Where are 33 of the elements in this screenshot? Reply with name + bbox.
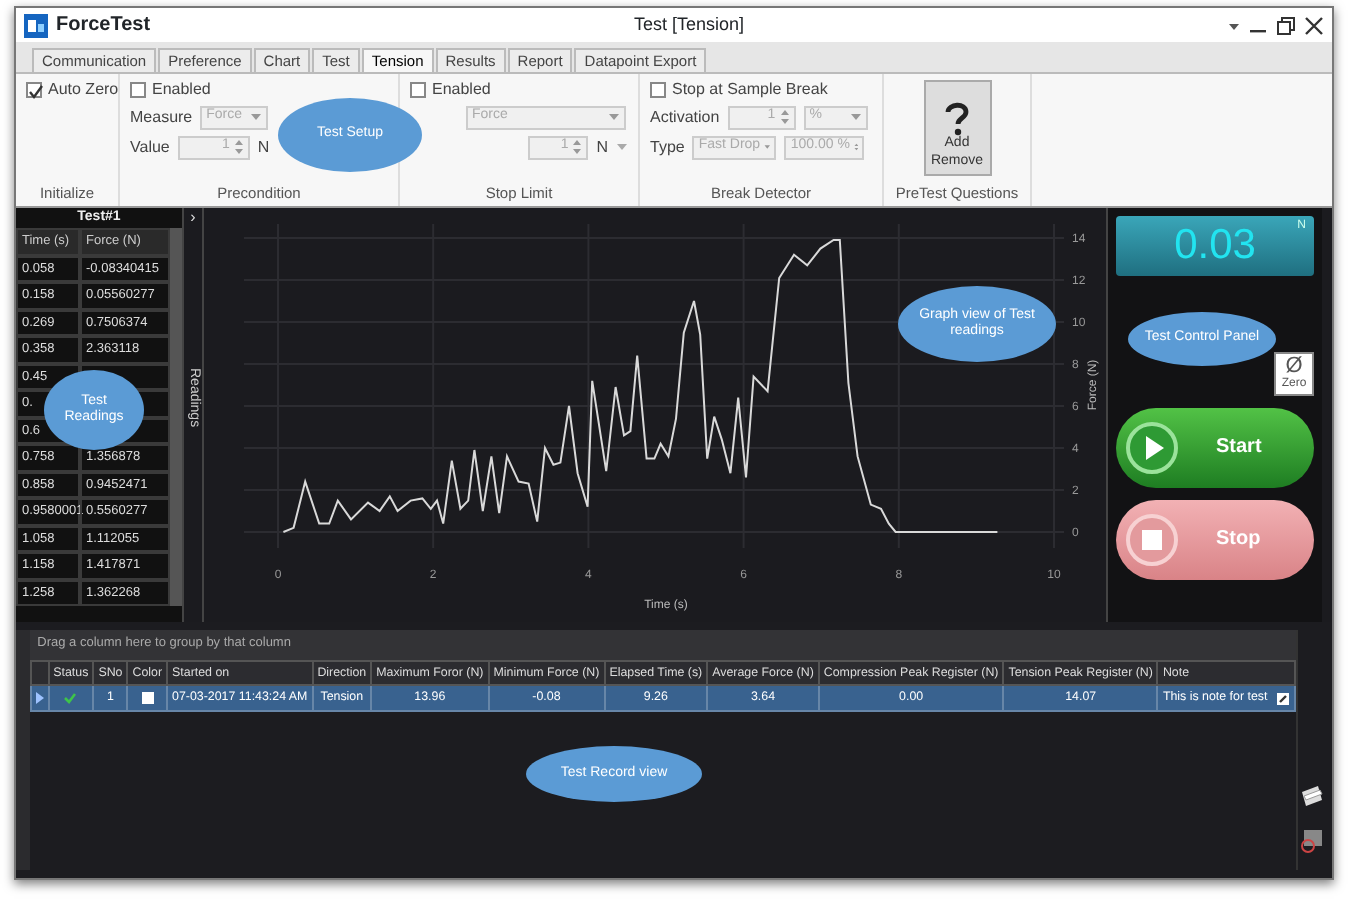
restore-icon[interactable] bbox=[1276, 15, 1296, 35]
app-logo-icon bbox=[24, 13, 48, 37]
field-label: Type bbox=[650, 137, 685, 157]
unit-label: N bbox=[257, 137, 270, 157]
expand-arrow[interactable]: › bbox=[190, 208, 196, 228]
spinner-icon bbox=[779, 108, 790, 127]
close-icon[interactable] bbox=[1304, 15, 1324, 35]
scrollbar[interactable] bbox=[170, 228, 182, 607]
checkbox-label: Auto Zero bbox=[48, 80, 119, 100]
window-title: Test [Tension] bbox=[632, 14, 747, 36]
checkbox-label: Enabled bbox=[432, 80, 491, 100]
field-label: Activation bbox=[650, 107, 720, 127]
stop-icon bbox=[1124, 512, 1180, 568]
dropdown-arrow-icon[interactable] bbox=[1228, 19, 1240, 31]
app-name: ForceTest bbox=[56, 13, 151, 37]
edit-icon[interactable] bbox=[1275, 691, 1290, 706]
unit-label: N bbox=[596, 137, 608, 157]
checkbox[interactable] bbox=[650, 81, 666, 98]
pages-stack-icon[interactable] bbox=[1298, 782, 1327, 810]
play-icon bbox=[1124, 420, 1180, 476]
force-reading: 0.03 bbox=[1174, 220, 1256, 272]
checkbox[interactable] bbox=[410, 81, 426, 98]
spinner-icon bbox=[233, 138, 244, 157]
checkbox[interactable] bbox=[26, 81, 42, 98]
question-icon bbox=[941, 100, 973, 137]
checkbox-label: Enabled bbox=[152, 80, 211, 100]
checkbox[interactable] bbox=[130, 81, 146, 98]
spinner-icon bbox=[572, 138, 583, 157]
row-indicator-icon bbox=[35, 691, 44, 704]
checkbox-label: Stop at Sample Break bbox=[672, 80, 828, 100]
field-label: Value bbox=[130, 137, 170, 157]
field-label: Measure bbox=[130, 107, 193, 127]
status-check-icon bbox=[64, 691, 77, 704]
